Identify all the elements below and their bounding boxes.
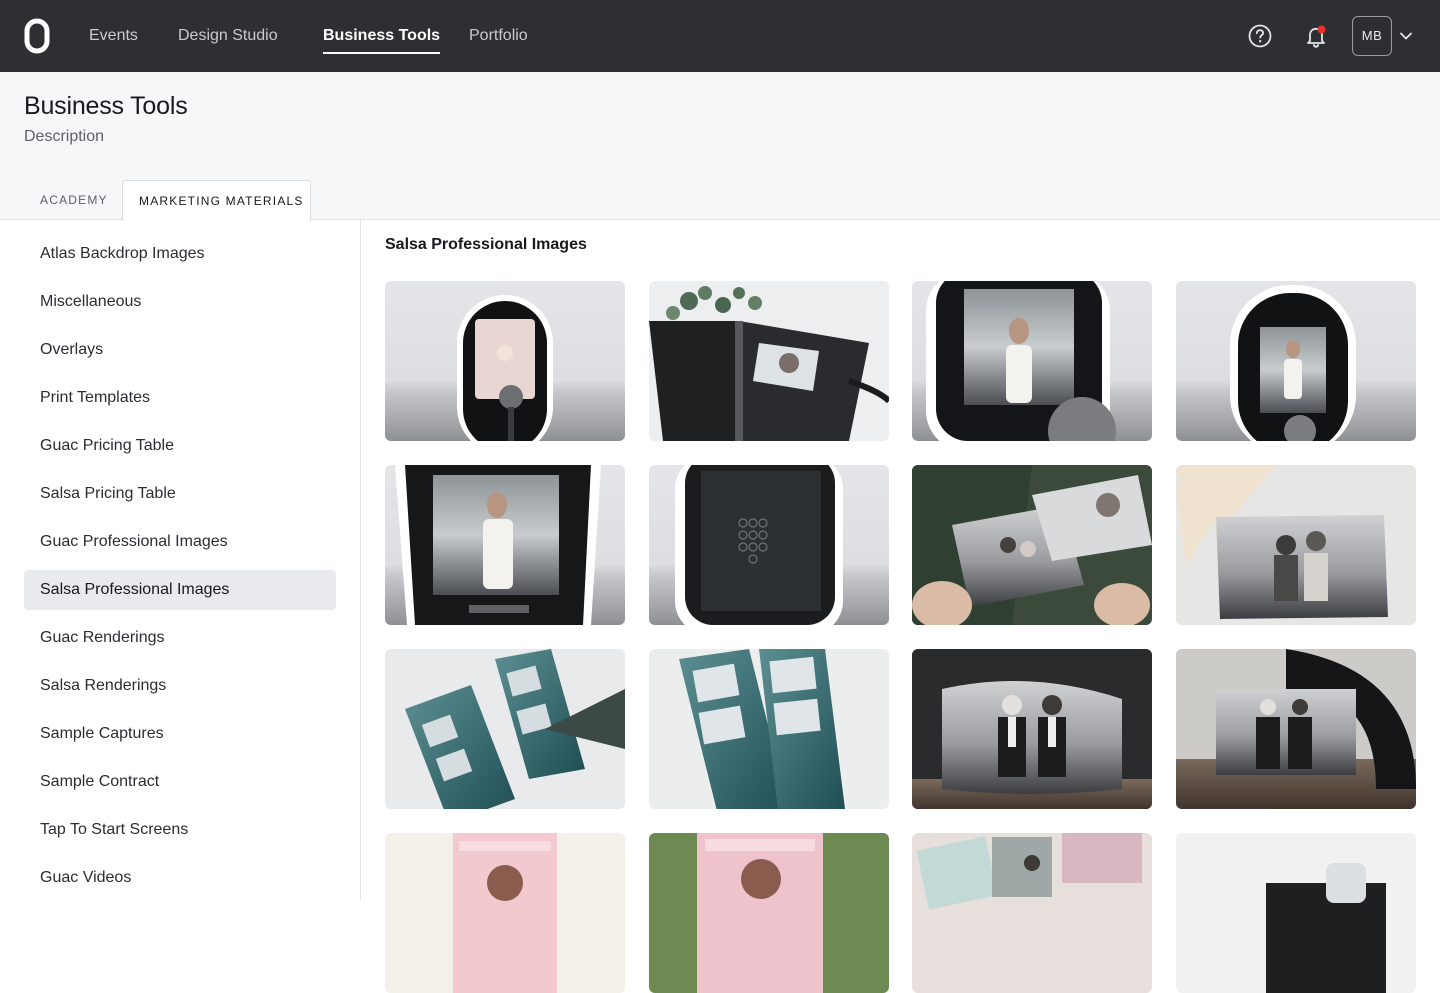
teal-photo-strips-image [385,649,625,809]
nav-link-business-tools[interactable]: Business Tools [323,0,441,72]
gallery-image[interactable] [385,281,625,441]
photo-booth-attract-screen-image [385,281,625,441]
bw-print-couple-table-image [1176,649,1416,809]
gallery-image[interactable] [912,649,1152,809]
hands-holding-print-image [912,465,1152,625]
gallery-image[interactable] [1176,465,1416,625]
nav-link-portfolio[interactable]: Portfolio [469,0,528,72]
print-with-dried-palm-image [1176,465,1416,625]
pink-strip-pineapple-image [385,833,625,993]
guest-book-image [649,281,889,441]
sidebar-item-sample-captures[interactable]: Sample Captures [24,714,336,754]
gallery-image[interactable] [649,649,889,809]
gallery-image[interactable] [912,281,1152,441]
category-sidebar: Atlas Backdrop Images Miscellaneous Over… [0,220,361,900]
sidebar-item-overlays[interactable]: Overlays [24,330,336,370]
gallery-image[interactable] [912,833,1152,993]
section-title: Salsa Professional Images [385,236,587,253]
notification-dot [1317,25,1326,34]
teal-photo-strips-closeup-image [649,649,889,809]
notification-bell-icon[interactable] [1302,22,1330,50]
nav-link-design-studio[interactable]: Design Studio [178,0,278,72]
help-icon[interactable] [1246,22,1274,50]
gallery-image[interactable] [649,833,889,993]
gallery-image[interactable] [385,465,625,625]
booth-front-woman-image [1176,281,1416,441]
booth-screen-woman-image [912,281,1152,441]
sidebar-item-guac-renderings[interactable]: Guac Renderings [24,618,336,658]
gallery-image[interactable] [649,465,889,625]
gallery-image[interactable] [649,281,889,441]
sidebar-item-guac-pricing-table[interactable]: Guac Pricing Table [24,426,336,466]
tab-academy[interactable]: ACADEMY [40,180,108,220]
sidebar-item-salsa-renderings[interactable]: Salsa Renderings [24,666,336,706]
pink-strip-plant-image [649,833,889,993]
booth-angled-woman-image [385,465,625,625]
sidebar-item-guac-professional-images[interactable]: Guac Professional Images [24,522,336,562]
bw-print-couple-curled-image [912,649,1152,809]
gallery-image[interactable] [912,465,1152,625]
sidebar-item-miscellaneous[interactable]: Miscellaneous [24,282,336,322]
gallery-image[interactable] [385,833,625,993]
booth-keypad-screen-image [649,465,889,625]
gallery-image[interactable] [1176,649,1416,809]
sidebar-item-guac-videos[interactable]: Guac Videos [24,858,336,898]
sidebar-item-atlas-backdrop-images[interactable]: Atlas Backdrop Images [24,234,336,274]
sidebar-item-tap-to-start-screens[interactable]: Tap To Start Screens [24,810,336,850]
prints-collage-image [912,833,1152,993]
sidebar-item-print-templates[interactable]: Print Templates [24,378,336,418]
top-navigation-bar: Events Design Studio Business Tools Port… [0,0,1440,72]
gallery-image[interactable] [1176,281,1416,441]
nav-link-business-tools-label: Business Tools [323,27,441,44]
page-header: Business Tools Description ACADEMY MARKE… [0,72,1440,221]
page-title: Business Tools [24,92,188,120]
chevron-down-icon[interactable] [1398,28,1414,44]
page-description: Description [24,128,105,145]
gallery-image[interactable] [385,649,625,809]
user-avatar[interactable]: MB [1352,16,1392,56]
black-guest-book-image [1176,833,1416,993]
active-nav-indicator [323,52,441,54]
brand-logo-icon[interactable] [24,18,50,54]
sidebar-item-salsa-pricing-table[interactable]: Salsa Pricing Table [24,474,336,514]
tab-marketing-materials[interactable]: MARKETING MATERIALS [122,180,311,221]
sidebar-item-salsa-professional-images[interactable]: Salsa Professional Images [24,570,336,610]
nav-link-events[interactable]: Events [89,0,138,72]
gallery-image[interactable] [1176,833,1416,993]
sidebar-item-sample-contract[interactable]: Sample Contract [24,762,336,802]
